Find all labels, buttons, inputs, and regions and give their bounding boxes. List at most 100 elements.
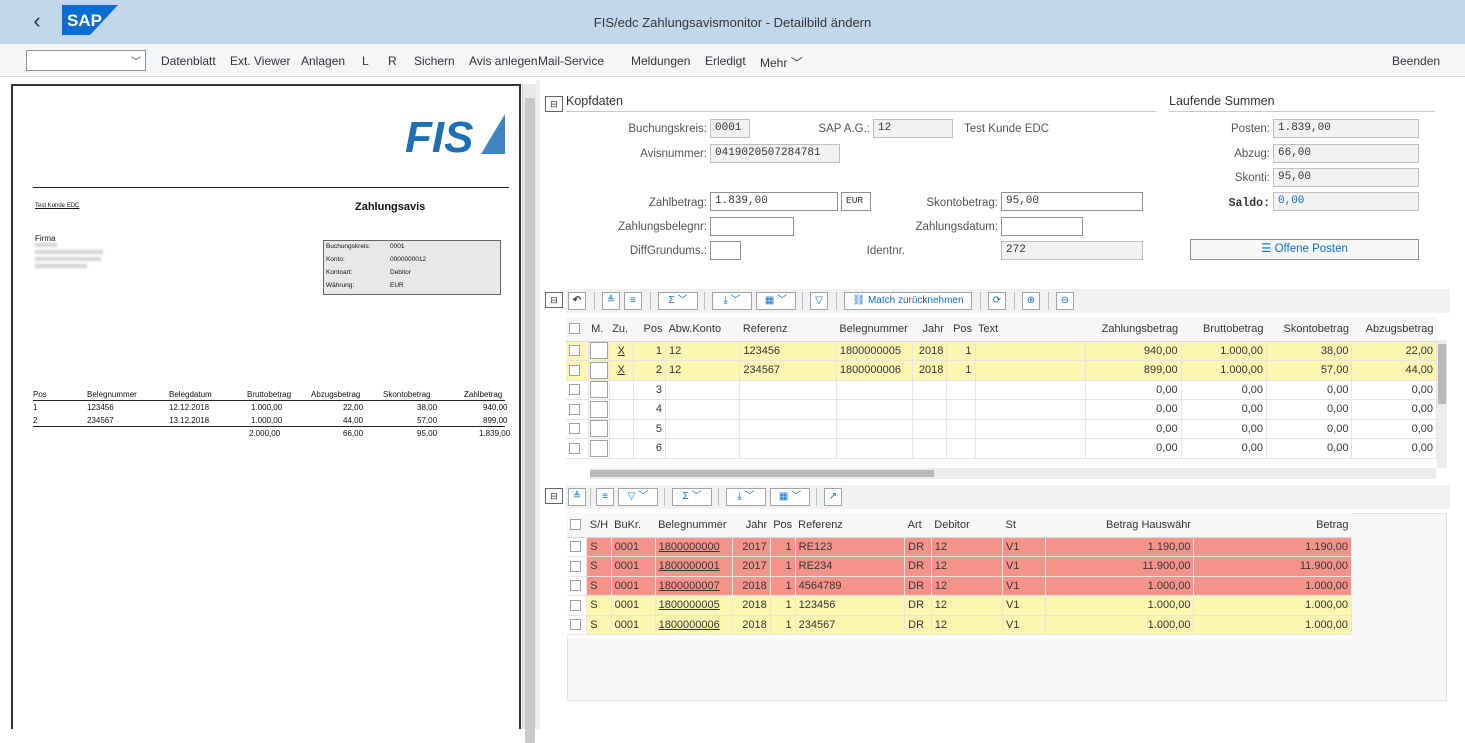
row-checkbox[interactable] (567, 576, 588, 596)
filter-icon[interactable]: ▽ (810, 292, 828, 310)
col-header-abw-konto[interactable]: Abw.Konto (665, 317, 740, 342)
sort-descending-icon[interactable]: ≡ (596, 488, 614, 506)
col-header-skontobetrag[interactable]: Skontobetrag (1266, 317, 1352, 342)
checkbox[interactable] (569, 364, 580, 376)
checkbox[interactable] (570, 580, 581, 592)
checkbox[interactable] (570, 599, 581, 611)
belegnummer-link[interactable]: 1800000007 (655, 576, 734, 596)
col-header-pos2[interactable]: Pos (946, 317, 976, 342)
checkbox[interactable] (569, 423, 580, 435)
col-header-referenz[interactable]: Referenz (739, 317, 837, 342)
identnr-field[interactable]: 272 (1001, 241, 1143, 260)
row-checkbox[interactable] (567, 556, 588, 577)
zuordnung-cell[interactable] (609, 399, 634, 420)
toolbar-mehr[interactable]: Mehr ﹀ (760, 54, 803, 71)
checkbox[interactable] (570, 619, 581, 631)
zuordnung-cell[interactable]: X (609, 341, 634, 361)
table-row[interactable]: S 0001 1800000000 2017 1 RE123 DR 12 V1 1.190,00 1… (567, 537, 1352, 557)
belegnummer-link[interactable]: 1800000005 (655, 595, 734, 616)
col-header-bukr[interactable]: BuKr. (611, 513, 656, 538)
toolbar-datenblatt[interactable]: Datenblatt (161, 54, 216, 68)
table-row[interactable]: 3 0,00 0,00 0,00 0,00 (566, 380, 1437, 400)
row-checkbox[interactable] (566, 399, 589, 420)
skontobetrag-field[interactable]: 95,00 (1001, 192, 1143, 211)
checkbox[interactable] (570, 560, 581, 572)
col-header-art[interactable]: Art (904, 513, 932, 538)
match-zuruecknehmen-button[interactable]: ⛓ Match zurücknehmen (844, 292, 972, 310)
scrollbar-thumb[interactable] (590, 470, 934, 477)
collapse-icon[interactable]: ⊟ (545, 488, 563, 504)
col-header-referenz[interactable]: Referenz (795, 513, 905, 538)
table-row[interactable]: X 2 12 234567 1800000006 2018 1 899,00 1.000,00 5… (566, 360, 1437, 381)
select-all-checkbox[interactable] (567, 513, 587, 538)
belegnummer-link[interactable]: 1800000001 (655, 556, 734, 577)
col-header-text[interactable]: Text (975, 317, 1086, 342)
buchungskreis-field[interactable]: 0001 (710, 119, 750, 138)
layout-icon[interactable]: ▦ ﹀ (756, 292, 796, 310)
grid1-horizontal-scrollbar[interactable] (590, 468, 1436, 479)
col-header-m[interactable]: M. (588, 317, 610, 342)
checkbox[interactable] (569, 384, 580, 396)
table-row[interactable]: 4 0,00 0,00 0,00 0,00 (566, 399, 1437, 420)
zuordnung-cell[interactable] (609, 419, 634, 439)
col-header-pos[interactable]: Pos (633, 317, 666, 342)
col-header-st[interactable]: St (1002, 513, 1046, 538)
row-checkbox[interactable] (567, 595, 588, 616)
belegnummer-link[interactable]: 1800000000 (655, 537, 734, 557)
table-row[interactable]: 5 0,00 0,00 0,00 0,00 (566, 419, 1437, 439)
toolbar-avis-anlegen[interactable]: Avis anlegen (469, 54, 538, 68)
sort-ascending-icon[interactable]: ≜ (602, 292, 620, 310)
col-header-bruttobetrag[interactable]: Bruttobetrag (1181, 317, 1267, 342)
toolbar-beenden[interactable]: Beenden (1392, 54, 1440, 68)
layout-icon[interactable]: ▦ ﹀ (770, 488, 810, 506)
col-header-zu[interactable]: Zu. (609, 317, 634, 342)
col-header-pos[interactable]: Pos (770, 513, 796, 538)
toolbar-erledigt[interactable]: Erledigt (705, 54, 746, 68)
table-row[interactable]: 6 0,00 0,00 0,00 0,00 (566, 438, 1437, 459)
row-checkbox[interactable] (566, 380, 589, 400)
undo-icon[interactable]: ↶ (568, 292, 586, 310)
refresh-icon[interactable]: ⟳ (988, 292, 1006, 310)
belegnummer-link[interactable]: 1800000006 (655, 615, 734, 635)
row-checkbox[interactable] (567, 615, 588, 635)
row-selector[interactable] (588, 341, 610, 361)
row-checkbox[interactable] (567, 537, 588, 557)
export-icon[interactable]: ⤓ ﹀ (712, 292, 752, 310)
variant-dropdown[interactable]: ﹀ (26, 50, 146, 71)
scrollbar-thumb[interactable] (525, 98, 535, 743)
table-row[interactable]: X 1 12 123456 1800000005 2018 1 940,00 1.000,00 3… (566, 341, 1437, 361)
toolbar-ext-viewer[interactable]: Ext. Viewer (230, 54, 290, 68)
offene-posten-button[interactable]: ☰ Offene Posten (1190, 239, 1419, 260)
add-row-icon[interactable]: ⊕ (1022, 292, 1040, 310)
sort-ascending-icon[interactable]: ≜ (568, 488, 586, 506)
pane-splitter[interactable] (536, 80, 540, 729)
table-row[interactable]: S 0001 1800000007 2018 1 4564789 DR 12 V1 1.000,0… (567, 576, 1352, 596)
col-header-zahlungsbetrag[interactable]: Zahlungsbetrag (1085, 317, 1182, 342)
zuordnung-cell[interactable] (609, 380, 634, 400)
toolbar-sichern[interactable]: Sichern (414, 54, 455, 68)
zahlungsbelegnr-field[interactable] (710, 217, 794, 236)
row-selector[interactable] (588, 419, 610, 439)
remove-row-icon[interactable]: ⊖ (1056, 292, 1074, 310)
toolbar-meldungen[interactable]: Meldungen (631, 54, 690, 68)
row-select-box[interactable] (589, 361, 608, 379)
row-checkbox[interactable] (566, 341, 589, 361)
collapse-icon[interactable]: ⊟ (545, 96, 563, 112)
row-select-box[interactable] (589, 381, 608, 399)
row-selector[interactable] (588, 438, 610, 459)
table-row[interactable]: S 0001 1800000005 2018 1 123456 DR 12 V1 1.000,00… (567, 595, 1352, 616)
waehrung-field[interactable]: EUR (841, 192, 871, 211)
checkbox[interactable] (570, 541, 581, 553)
checkbox[interactable] (569, 403, 580, 415)
checkbox[interactable] (569, 345, 580, 357)
pin-icon[interactable]: ↗ (824, 488, 842, 506)
toolbar-l[interactable]: L (362, 54, 369, 68)
zuordnung-cell[interactable] (609, 438, 634, 459)
scrollbar-thumb[interactable] (1438, 344, 1446, 404)
row-checkbox[interactable] (566, 360, 589, 381)
row-checkbox[interactable] (566, 438, 589, 459)
col-header-jahr[interactable]: Jahr (732, 513, 771, 538)
row-selector[interactable] (588, 380, 610, 400)
col-header-belegnummer[interactable]: Belegnummer (836, 317, 913, 342)
grid1-vertical-scrollbar[interactable] (1437, 340, 1447, 468)
